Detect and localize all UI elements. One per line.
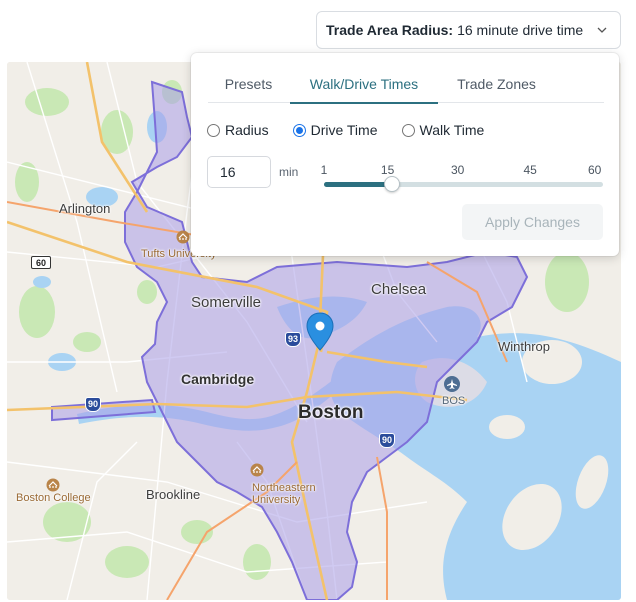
radio-walk-time-label: Walk Time — [419, 122, 485, 138]
airport-icon — [444, 376, 460, 392]
map-label-cambridge: Cambridge — [181, 371, 255, 387]
map-label-somerville: Somerville — [191, 294, 262, 311]
tab-trade-zones[interactable]: Trade Zones — [448, 65, 545, 103]
map-label-boston: Boston — [298, 402, 364, 423]
trade-area-tabs: Presets Walk/Drive Times Trade Zones — [208, 65, 604, 104]
minutes-input[interactable] — [207, 156, 271, 188]
slider-thumb[interactable] — [384, 176, 401, 192]
interstate-90-shield-east: 90 — [379, 433, 395, 448]
map-label-brookline: Brookline — [146, 487, 201, 502]
map-label-winthrop: Winthrop — [498, 339, 551, 354]
radio-drive-time[interactable]: Drive Time — [292, 122, 378, 138]
slider-tick-label: 30 — [450, 163, 465, 177]
slider-tick-label: 1 — [320, 163, 328, 177]
map-label-chelsea: Chelsea — [371, 281, 427, 298]
radio-radius[interactable]: Radius — [207, 122, 269, 138]
map-label-northeastern-line1: Northeastern — [252, 482, 316, 494]
tab-presets[interactable]: Presets — [208, 65, 289, 103]
radio-drive-time-label: Drive Time — [310, 122, 378, 138]
slider-ticks: 1 15 30 45 60 — [320, 163, 602, 177]
map-label-arlington: Arlington — [59, 201, 111, 216]
chevron-down-icon — [597, 27, 607, 33]
university-icon — [46, 478, 60, 492]
slider-fill — [324, 182, 393, 187]
interstate-90-shield-west: 90 — [85, 397, 101, 412]
trade-area-value: 16 minute drive time — [457, 22, 584, 38]
slider-tick-label: 15 — [380, 163, 395, 177]
radio-drive-time-indicator[interactable] — [292, 123, 306, 137]
trade-area-radius-dropdown[interactable]: Trade Area Radius: 16 minute drive time — [316, 11, 621, 49]
map-label-northeastern: Northeastern University — [252, 482, 316, 506]
slider-tick-label: 60 — [587, 163, 602, 177]
map-label-boston-college: Boston College — [16, 492, 91, 504]
time-slider[interactable] — [324, 176, 603, 192]
tab-walk-drive-times[interactable]: Walk/Drive Times — [290, 65, 438, 104]
trade-area-label: Trade Area Radius: — [326, 22, 454, 38]
map-label-bos-airport: BOS — [442, 395, 466, 407]
radio-walk-time-indicator[interactable] — [401, 123, 415, 137]
interstate-93-shield: 93 — [285, 332, 301, 347]
map-label-northeastern-line2: University — [252, 494, 301, 506]
mode-radio-group: Radius Drive Time Walk Time — [207, 121, 484, 139]
minutes-unit-label: min — [279, 165, 299, 179]
route-60-shield: 60 — [31, 256, 51, 269]
university-icon — [176, 230, 190, 244]
university-icon — [250, 463, 264, 477]
radio-walk-time[interactable]: Walk Time — [401, 122, 485, 138]
slider-tick-label: 45 — [523, 163, 537, 177]
radio-radius-indicator[interactable] — [207, 123, 220, 137]
apply-changes-button[interactable]: Apply Changes — [462, 204, 603, 240]
trade-area-panel: Presets Walk/Drive Times Trade Zones Rad… — [191, 53, 619, 256]
radio-radius-label: Radius — [225, 122, 269, 138]
